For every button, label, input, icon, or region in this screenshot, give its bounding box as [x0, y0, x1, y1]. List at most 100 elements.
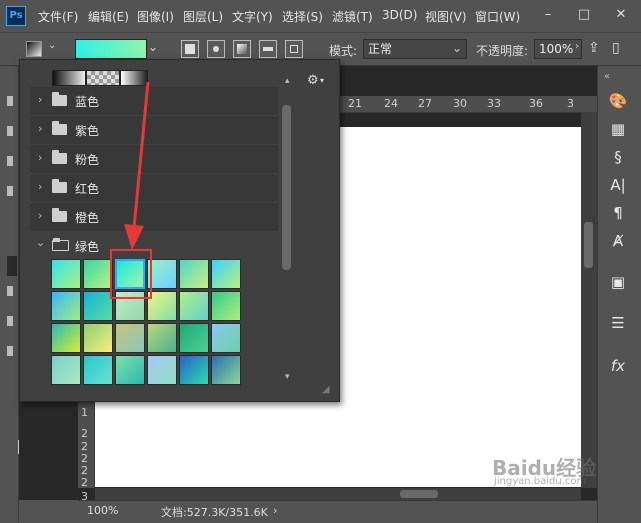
folder-label: 紫色 [75, 124, 100, 138]
gradient-tool-icon[interactable] [26, 41, 42, 57]
fx-icon[interactable]: fx [605, 354, 631, 378]
diamond-gradient-button[interactable] [285, 40, 303, 58]
menu-image[interactable]: 图像(I) [137, 8, 174, 25]
clipboard-icon[interactable]: ▣ [605, 270, 631, 294]
photoshop-logo: Ps [6, 6, 26, 26]
gradient-swatch[interactable] [83, 323, 113, 353]
share-icon[interactable]: ⇪ [588, 40, 600, 56]
gear-icon[interactable]: ⚙ [307, 73, 319, 88]
menu-window[interactable]: 窗口(W) [475, 8, 520, 25]
gradient-swatch[interactable] [115, 355, 145, 385]
gradient-swatch[interactable] [51, 355, 81, 385]
gradient-swatch[interactable] [211, 291, 241, 321]
pen-tool-icon[interactable] [7, 286, 13, 296]
menu-view[interactable]: 视图(V) [425, 8, 467, 25]
menu-file[interactable]: 文件(F) [38, 8, 78, 25]
chevron-right-icon: › [38, 180, 43, 193]
collapse-panel-icon[interactable]: « [604, 71, 610, 82]
palette-icon[interactable]: 🎨 [605, 89, 631, 113]
ruler-tick: 2 [81, 476, 88, 489]
scroll-up-arrow-icon[interactable]: ▴ [285, 76, 290, 86]
ruler-tick: 2 [81, 427, 88, 440]
menu-3d[interactable]: 3D(D) [382, 8, 417, 22]
red-arrow-annotation [124, 81, 150, 250]
grid-icon[interactable]: ▦ [605, 117, 631, 141]
zoom-level[interactable]: 100% [87, 504, 118, 517]
wand-tool-icon[interactable] [7, 186, 13, 196]
ruler-tick: 30 [453, 97, 467, 110]
paragraph-icon[interactable]: ¶ [605, 201, 631, 225]
vertical-scrollbar[interactable] [581, 112, 597, 488]
minimize-button[interactable]: – [537, 4, 559, 26]
menu-type[interactable]: 文字(Y) [232, 8, 273, 25]
ruler-tick: 3 [567, 97, 574, 110]
maximize-button[interactable]: □ [573, 4, 595, 26]
chevron-down-icon: ⌄ [451, 41, 462, 55]
reflected-gradient-button[interactable] [259, 40, 277, 58]
adjustments-icon[interactable]: ☰ [605, 311, 631, 335]
gradient-swatch[interactable] [179, 291, 209, 321]
gradient-swatch[interactable] [83, 355, 113, 385]
ruler-tick: 1 [81, 406, 88, 419]
horizontal-scroll-thumb[interactable] [400, 490, 438, 498]
linear-gradient-button[interactable] [181, 40, 199, 58]
popup-scroll-thumb[interactable] [282, 105, 291, 270]
gradient-swatch[interactable] [83, 291, 113, 321]
gradient-swatch[interactable] [211, 355, 241, 385]
ruler-tick: 24 [384, 97, 398, 110]
angle-gradient-button[interactable] [233, 40, 251, 58]
folder-label: 绿色 [75, 240, 100, 254]
gradient-swatch[interactable] [83, 259, 113, 289]
status-expand-icon[interactable]: › [273, 504, 277, 517]
gradient-swatch[interactable] [51, 259, 81, 289]
watermark-url: jingyan.baidu.com [494, 476, 587, 487]
gradient-swatch[interactable] [179, 259, 209, 289]
gradient-swatch[interactable] [147, 323, 177, 353]
shape-tool-icon[interactable] [7, 346, 13, 356]
green-gradient-swatch-grid [51, 259, 277, 387]
status-bar: 100% 文档:527.3K/351.6K › [78, 500, 597, 523]
type-tool-icon[interactable] [7, 316, 13, 326]
folder-icon [52, 208, 67, 222]
gradient-swatch[interactable] [179, 323, 209, 353]
gradient-tool-active[interactable] [7, 256, 17, 276]
menu-bar: Ps 文件(F) 编辑(E) 图像(I) 图层(L) 文字(Y) 选择(S) 滤… [0, 0, 641, 32]
blend-mode-value: 正常 [368, 42, 393, 56]
menu-edit[interactable]: 编辑(E) [88, 8, 129, 25]
radial-gradient-button[interactable] [207, 40, 225, 58]
open-folder-icon [52, 238, 69, 251]
vertical-scroll-thumb[interactable] [584, 222, 593, 268]
paragraph-style-icon[interactable]: § [605, 145, 631, 169]
gradient-swatch[interactable] [179, 355, 209, 385]
chevron-right-icon: › [38, 151, 43, 164]
tool-preset-chevron-icon[interactable]: ⌄ [48, 40, 56, 51]
resize-grip-icon[interactable]: ◢ [322, 384, 330, 395]
gradient-swatch[interactable] [211, 259, 241, 289]
lasso-tool-icon[interactable] [7, 156, 13, 166]
gradient-swatch[interactable] [211, 323, 241, 353]
gradient-swatch[interactable] [147, 355, 177, 385]
gradient-swatch[interactable] [51, 291, 81, 321]
blend-mode-select[interactable]: 正常 ⌄ [363, 39, 467, 59]
watermark: Baidu经验 jingyan.baidu.com [486, 452, 636, 490]
gradient-swatch[interactable] [51, 323, 81, 353]
workspace-icon[interactable]: ▯ [612, 40, 620, 56]
gradient-swatch[interactable] [115, 323, 145, 353]
glyph-icon[interactable]: Ⱥ [605, 229, 631, 253]
character-icon[interactable]: A| [605, 173, 631, 197]
marquee-tool-icon[interactable] [7, 126, 13, 136]
scroll-down-arrow-icon[interactable]: ▾ [285, 372, 290, 382]
close-button[interactable]: ✕ [610, 4, 632, 26]
preset-gradient-black-white[interactable] [52, 70, 86, 86]
menu-filter[interactable]: 滤镜(T) [332, 8, 373, 25]
ruler-tick: 21 [348, 97, 362, 110]
move-tool-icon[interactable] [7, 96, 13, 106]
opacity-input[interactable]: 100% › [534, 39, 582, 59]
menu-layer[interactable]: 图层(L) [183, 8, 223, 25]
mode-label: 模式: [329, 44, 358, 58]
gradient-dropdown-chevron-icon[interactable]: ⌄ [148, 40, 158, 54]
gradient-preview-swatch[interactable] [75, 39, 147, 59]
preset-gradient-transparent[interactable] [86, 70, 120, 86]
menu-select[interactable]: 选择(S) [282, 8, 323, 25]
chevron-right-icon: › [575, 41, 579, 52]
